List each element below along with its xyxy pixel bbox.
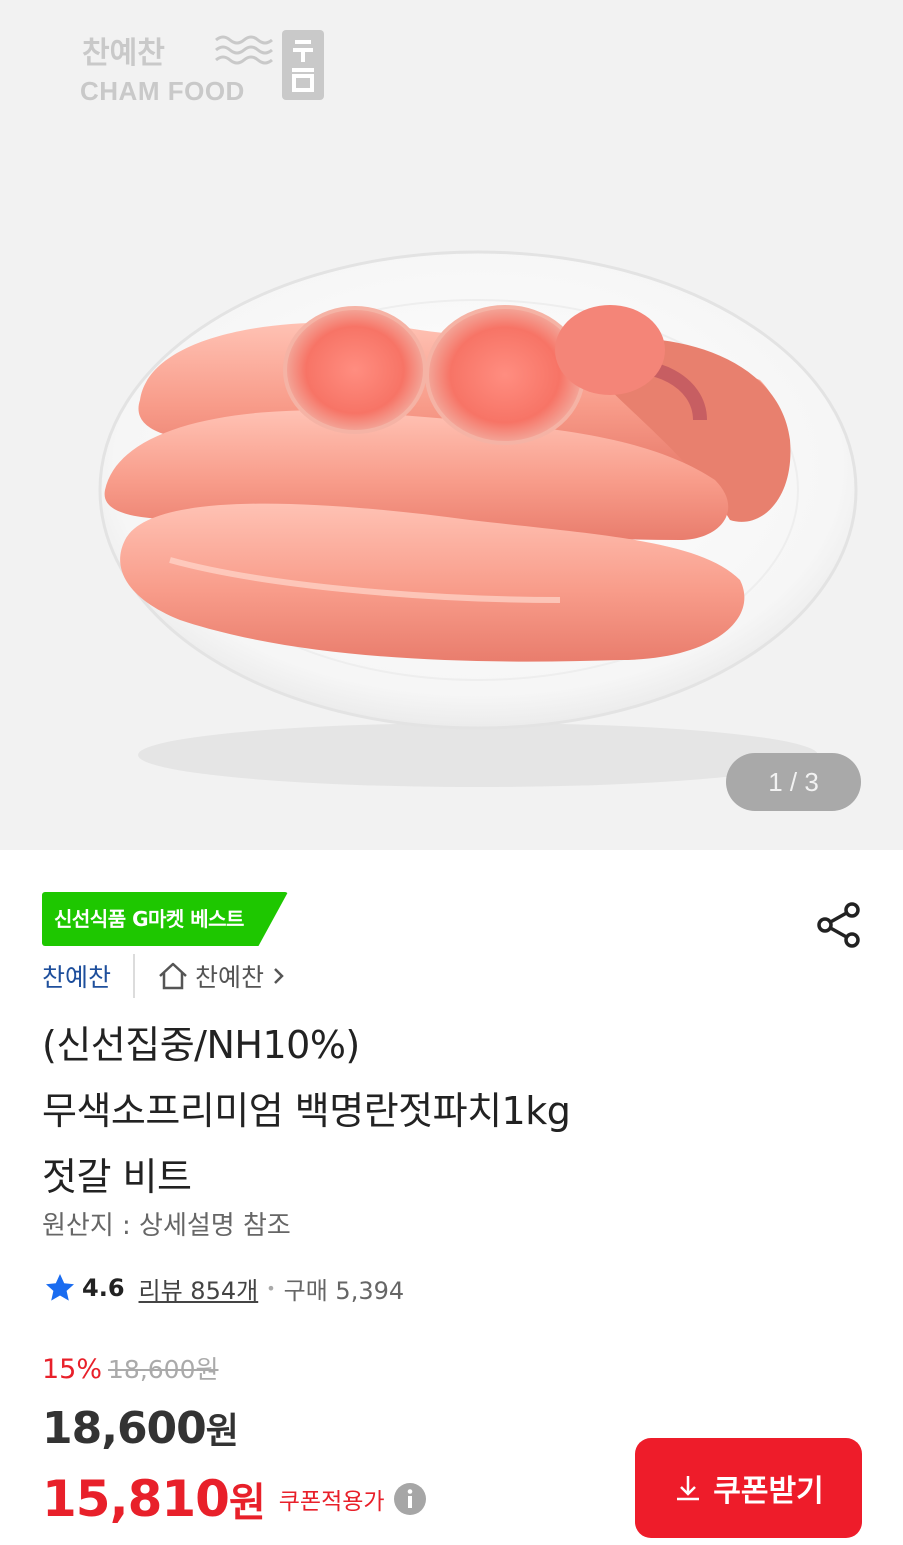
mentaiko-plate-photo — [98, 250, 858, 787]
product-title-line-1: (신선집중/NH10%) — [42, 1023, 360, 1067]
separator-dot: • — [266, 1278, 276, 1298]
original-price: 18,600원 — [108, 1355, 219, 1384]
divider — [133, 954, 136, 998]
home-icon — [159, 962, 187, 990]
seller-name-link[interactable]: 찬예찬 — [42, 958, 111, 994]
purchase-count: 구매 5,394 — [283, 1276, 405, 1305]
best-badge: 신선식품 G마켓 베스트 — [42, 892, 288, 946]
store-name: 찬예찬 — [195, 963, 265, 992]
coupon-price-label: 쿠폰적용가 — [278, 1489, 385, 1515]
star-icon — [46, 1274, 74, 1301]
store-home-link[interactable]: 찬예찬 — [157, 958, 286, 994]
rating-row: 4.6 리뷰 854개 • 구매 5,394 — [44, 1266, 404, 1310]
download-icon — [677, 1476, 700, 1501]
share-button[interactable] — [814, 900, 864, 950]
discount-row: 15% 18,600원 — [42, 1350, 219, 1390]
product-title: (신선집중/NH10%) 무색소프리미엄 백명란젓파치1kg 젓갈 비트 — [42, 1012, 862, 1210]
review-count-link[interactable]: 리뷰 854개 — [139, 1271, 259, 1306]
get-coupon-label: 쿠폰받기 — [713, 1475, 824, 1508]
share-icon — [817, 902, 860, 948]
coupon-price-amount: 15,810 — [42, 1470, 230, 1528]
coupon-price: 15,810원 — [42, 1470, 266, 1528]
info-icon[interactable] — [393, 1482, 427, 1516]
sale-price-unit: 원 — [205, 1411, 239, 1452]
seller-row: 찬예찬 찬예찬 — [42, 952, 286, 1000]
get-coupon-button[interactable]: 쿠폰받기 — [635, 1438, 862, 1538]
sale-price: 18,600원 — [42, 1402, 239, 1454]
product-title-line-3: 젓갈 비트 — [42, 1155, 192, 1199]
chevron-right-icon — [274, 968, 284, 984]
origin-info: 원산지 : 상세설명 참조 — [42, 1211, 291, 1241]
product-image-gallery[interactable]: 찬예찬 CHAM FOOD 1 / 3 — [0, 0, 903, 850]
discount-rate: 15% — [42, 1354, 103, 1385]
sale-price-amount: 18,600 — [42, 1403, 207, 1454]
product-title-line-2: 무색소프리미엄 백명란젓파치1kg — [42, 1089, 571, 1133]
image-pager-indicator: 1 / 3 — [726, 753, 861, 811]
coupon-price-unit: 원 — [228, 1480, 266, 1526]
rating-score: 4.6 — [82, 1274, 125, 1302]
coupon-price-row: 15,810원 쿠폰적용가 — [42, 1467, 427, 1531]
